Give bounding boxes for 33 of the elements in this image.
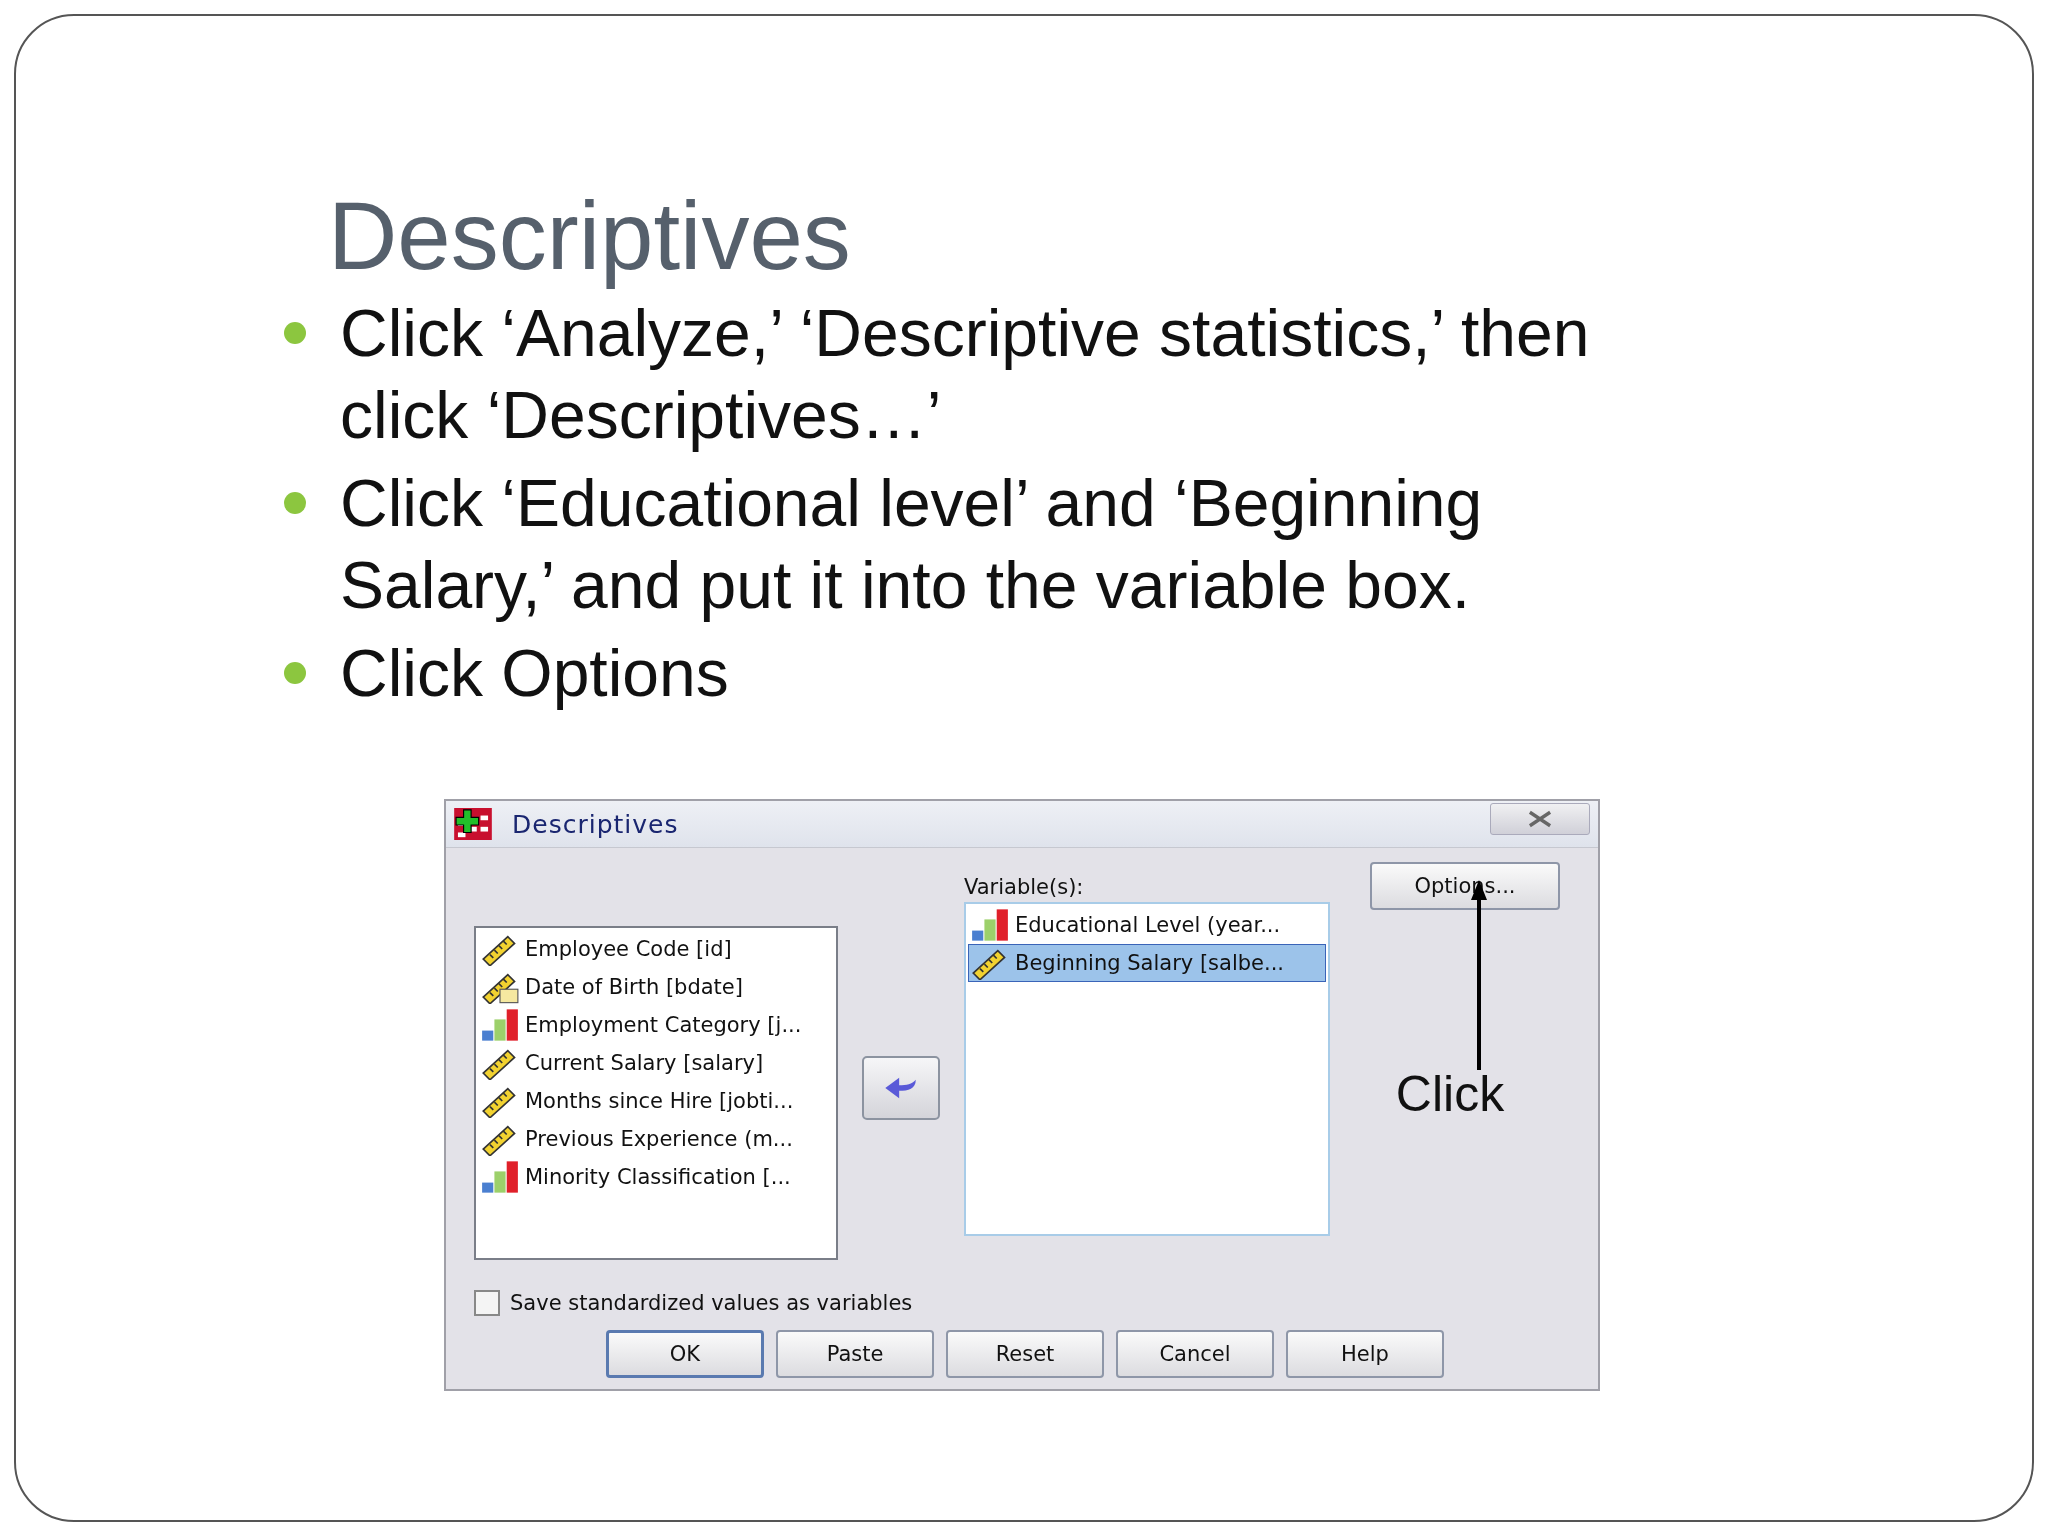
variable-item[interactable]: Beginning Salary [salbe... — [968, 944, 1326, 982]
bar-chart-icon — [481, 1160, 519, 1194]
bullet-icon — [284, 662, 306, 684]
bullet-text: Click Options — [340, 635, 729, 712]
app-icon — [454, 808, 492, 840]
variable-item[interactable]: Employment Category [j... — [478, 1006, 834, 1044]
dialog-button[interactable]: Paste — [776, 1330, 934, 1378]
close-icon — [1526, 810, 1554, 828]
annotation-text: Click — [1395, 1065, 1505, 1123]
checkbox[interactable] — [474, 1290, 500, 1316]
bullet-icon — [284, 492, 306, 514]
variable-item[interactable]: Educational Level (year... — [968, 906, 1326, 944]
window-title: Descriptives — [512, 809, 680, 839]
dialog-button[interactable]: Cancel — [1116, 1330, 1274, 1378]
variables-label: Variable(s): — [964, 874, 1085, 901]
move-button[interactable] — [862, 1056, 940, 1120]
checkbox-label: Save standardized values as variables — [510, 1291, 913, 1315]
variable-item[interactable]: Current Salary [salary] — [478, 1044, 834, 1082]
dialog-button[interactable]: Help — [1286, 1330, 1444, 1378]
variable-item[interactable]: Minority Classification [... — [478, 1158, 834, 1196]
bar-chart-icon — [971, 908, 1009, 942]
variable-item[interactable]: Previous Experience (m... — [478, 1120, 834, 1158]
bullet-icon — [284, 322, 306, 344]
arrow-icon — [884, 1076, 918, 1100]
variable-item[interactable]: Employee Code [id] — [478, 930, 834, 968]
variable-item[interactable]: Date of Birth [bdate] — [478, 968, 834, 1006]
bullet-text: Click ‘Analyze,’ ‘Descriptive statistics,’ then click ‘Descriptives…’ — [340, 295, 1591, 454]
close-button[interactable] — [1490, 803, 1590, 835]
dialog-button[interactable]: Reset — [946, 1330, 1104, 1378]
dialog-button[interactable]: OK — [606, 1330, 764, 1378]
bullet-text: Click ‘Educational level’ and ‘Beginning Salary,’ and put it into the variable box. — [340, 465, 1484, 624]
variable-item[interactable]: Months since Hire [jobti... — [478, 1082, 834, 1120]
bar-chart-icon — [481, 1008, 519, 1042]
